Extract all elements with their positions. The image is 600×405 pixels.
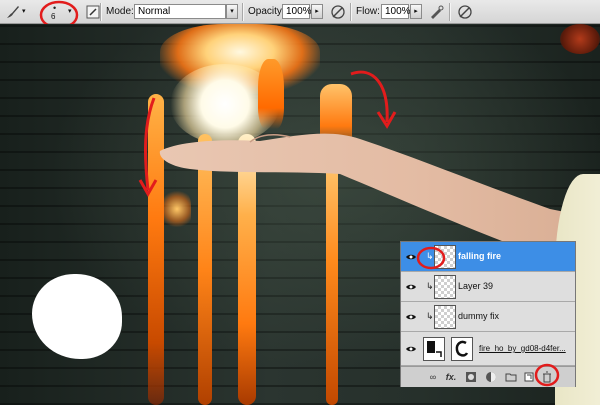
visibility-eye-icon[interactable] (405, 311, 417, 323)
adjustment-layer-thumbnail[interactable] (423, 337, 445, 361)
red-annotation-arrow (138, 97, 158, 198)
layer-thumbnail[interactable] (434, 275, 456, 299)
flow-input[interactable]: 100% (381, 4, 411, 19)
opacity-slider-arrow-icon[interactable]: ▸ (311, 4, 323, 19)
link-layers-icon[interactable]: ∞ (427, 371, 439, 383)
layer-name[interactable]: dummy fix (458, 311, 499, 321)
new-group-folder-icon[interactable] (505, 371, 517, 383)
toolbar-separator (449, 3, 451, 21)
layer-effects-icon[interactable]: fx. (445, 371, 457, 383)
red-annotation-circle (534, 363, 560, 387)
toolbar-separator (350, 3, 352, 21)
flow-label: Flow: (356, 6, 380, 17)
toolbar-separator (100, 3, 102, 21)
flow-slider-arrow-icon[interactable]: ▸ (410, 4, 422, 19)
opacity-input[interactable]: 100% (282, 4, 312, 19)
layer-row-fire-image[interactable]: fire_ho_by_gd08-d4fer... (401, 332, 575, 366)
layers-panel: ↳ falling fire ↳ Layer 39 ↳ dummy fix fi… (400, 241, 576, 387)
pressure-size-icon[interactable] (456, 3, 474, 21)
visibility-eye-icon[interactable] (405, 343, 417, 355)
layer-row-dummy-fix[interactable]: ↳ dummy fix (401, 302, 575, 332)
layer-mask-thumbnail[interactable] (451, 337, 473, 361)
visibility-eye-icon[interactable] (405, 281, 417, 293)
layer-name[interactable]: Layer 39 (458, 281, 493, 291)
adjustment-layer-icon[interactable] (485, 371, 497, 383)
white-paint-blob (32, 274, 122, 359)
add-mask-icon[interactable] (465, 371, 477, 383)
mode-label: Mode: (106, 6, 134, 17)
layer-row-layer-39[interactable]: ↳ Layer 39 (401, 272, 575, 302)
layer-name[interactable]: falling fire (458, 251, 501, 261)
brush-tool-icon[interactable] (4, 3, 22, 21)
blend-mode-select[interactable]: Normal (134, 4, 226, 19)
hair-edge (560, 24, 600, 54)
clipping-arrow-icon: ↳ (426, 311, 434, 321)
clipping-arrow-icon: ↳ (426, 281, 434, 291)
blend-mode-arrow-icon[interactable]: ▾ (226, 4, 238, 19)
opacity-label: Opacity: (248, 6, 285, 17)
toolbar-separator (242, 3, 244, 21)
layer-thumbnail[interactable] (434, 305, 456, 329)
options-bar: ▾ • 6 ▾ Mode: Normal ▾ Opacity: 100% ▸ F… (0, 0, 600, 30)
airbrush-icon[interactable] (428, 3, 446, 21)
tool-preset-dropdown-icon[interactable]: ▾ (22, 4, 30, 19)
red-annotation-circle (416, 246, 446, 270)
red-annotation-arrow (350, 70, 397, 129)
pressure-opacity-icon[interactable] (329, 3, 347, 21)
layer-name[interactable]: fire_ho_by_gd08-d4fer... (479, 344, 566, 353)
